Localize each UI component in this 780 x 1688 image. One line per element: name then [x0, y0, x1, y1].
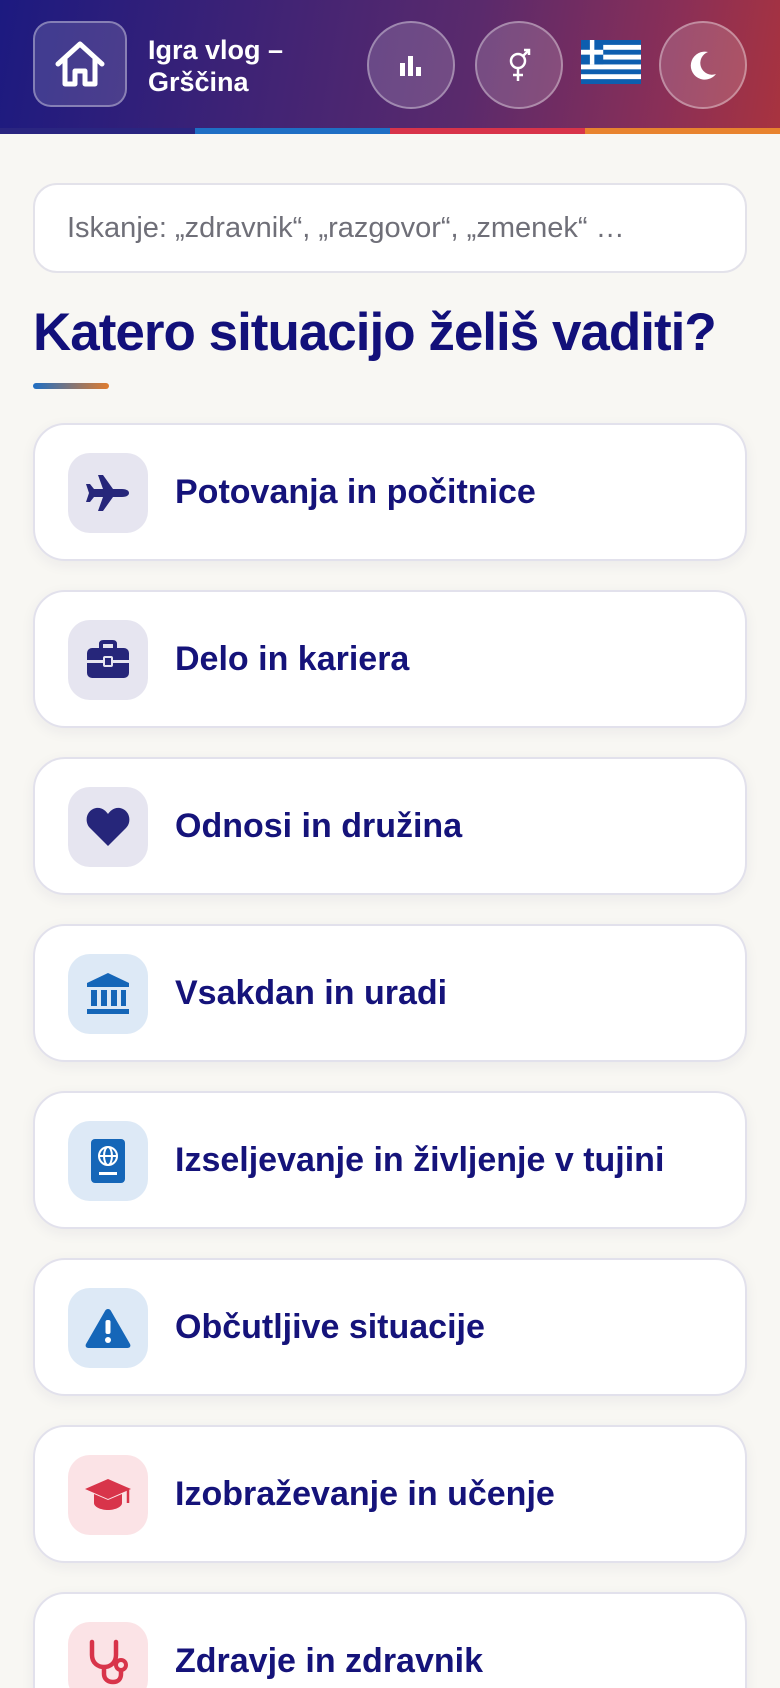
category-label: Izseljevanje in življenje v tujini	[175, 1141, 665, 1179]
category-icon-box	[68, 620, 148, 700]
search-input[interactable]	[67, 211, 745, 245]
category-card-everyday[interactable]: Vsakdan in uradi	[33, 924, 747, 1062]
bar-chart-icon	[400, 56, 421, 76]
gender-button[interactable]	[475, 21, 563, 109]
category-icon-box	[68, 954, 148, 1034]
search-box[interactable]	[33, 183, 747, 273]
app-header: Igra vlog – Grščina	[0, 0, 780, 128]
home-button[interactable]	[33, 21, 127, 107]
home-icon	[55, 41, 105, 87]
passport-icon	[91, 1139, 125, 1183]
category-icon-box	[68, 1288, 148, 1368]
graduation-cap-icon	[85, 1479, 131, 1510]
category-label: Izobraževanje in učenje	[175, 1475, 555, 1513]
category-icon-box	[68, 787, 148, 867]
category-label: Odnosi in družina	[175, 807, 463, 845]
category-card-education[interactable]: Izobraževanje in učenje	[33, 1425, 747, 1563]
theme-toggle-button[interactable]	[659, 21, 747, 109]
category-label: Vsakdan in uradi	[175, 974, 448, 1012]
category-card-sensitive[interactable]: Občutljive situacije	[33, 1258, 747, 1396]
category-card-travel[interactable]: Potovanja in počitnice	[33, 423, 747, 561]
heart-icon	[86, 807, 130, 846]
category-icon-box	[68, 1455, 148, 1535]
header-stripe	[0, 128, 780, 134]
category-label: Delo in kariera	[175, 640, 410, 678]
category-card-emigration[interactable]: Izseljevanje in življenje v tujini	[33, 1091, 747, 1229]
greece-flag-icon[interactable]	[581, 40, 641, 84]
category-label: Občutljive situacije	[175, 1308, 485, 1346]
briefcase-icon	[87, 640, 129, 678]
category-icon-box	[68, 453, 148, 533]
page-title: Katero situacijo želiš vaditi?	[33, 303, 717, 362]
category-card-health[interactable]: Zdravje in zdravnik	[33, 1592, 747, 1688]
moon-icon	[690, 51, 716, 80]
gender-icon	[509, 48, 531, 81]
category-label: Potovanja in počitnice	[175, 473, 536, 511]
category-card-work[interactable]: Delo in kariera	[33, 590, 747, 728]
warning-icon	[85, 1309, 131, 1348]
stats-button[interactable]	[367, 21, 455, 109]
government-building-icon	[87, 973, 129, 1014]
stethoscope-icon	[89, 1639, 128, 1685]
airplane-icon	[86, 475, 129, 511]
app-title: Igra vlog – Grščina	[148, 35, 284, 97]
category-card-relationships[interactable]: Odnosi in družina	[33, 757, 747, 895]
heading-underline	[33, 383, 109, 389]
category-icon-box	[68, 1121, 148, 1201]
category-label: Zdravje in zdravnik	[175, 1642, 483, 1680]
category-icon-box	[68, 1622, 148, 1688]
